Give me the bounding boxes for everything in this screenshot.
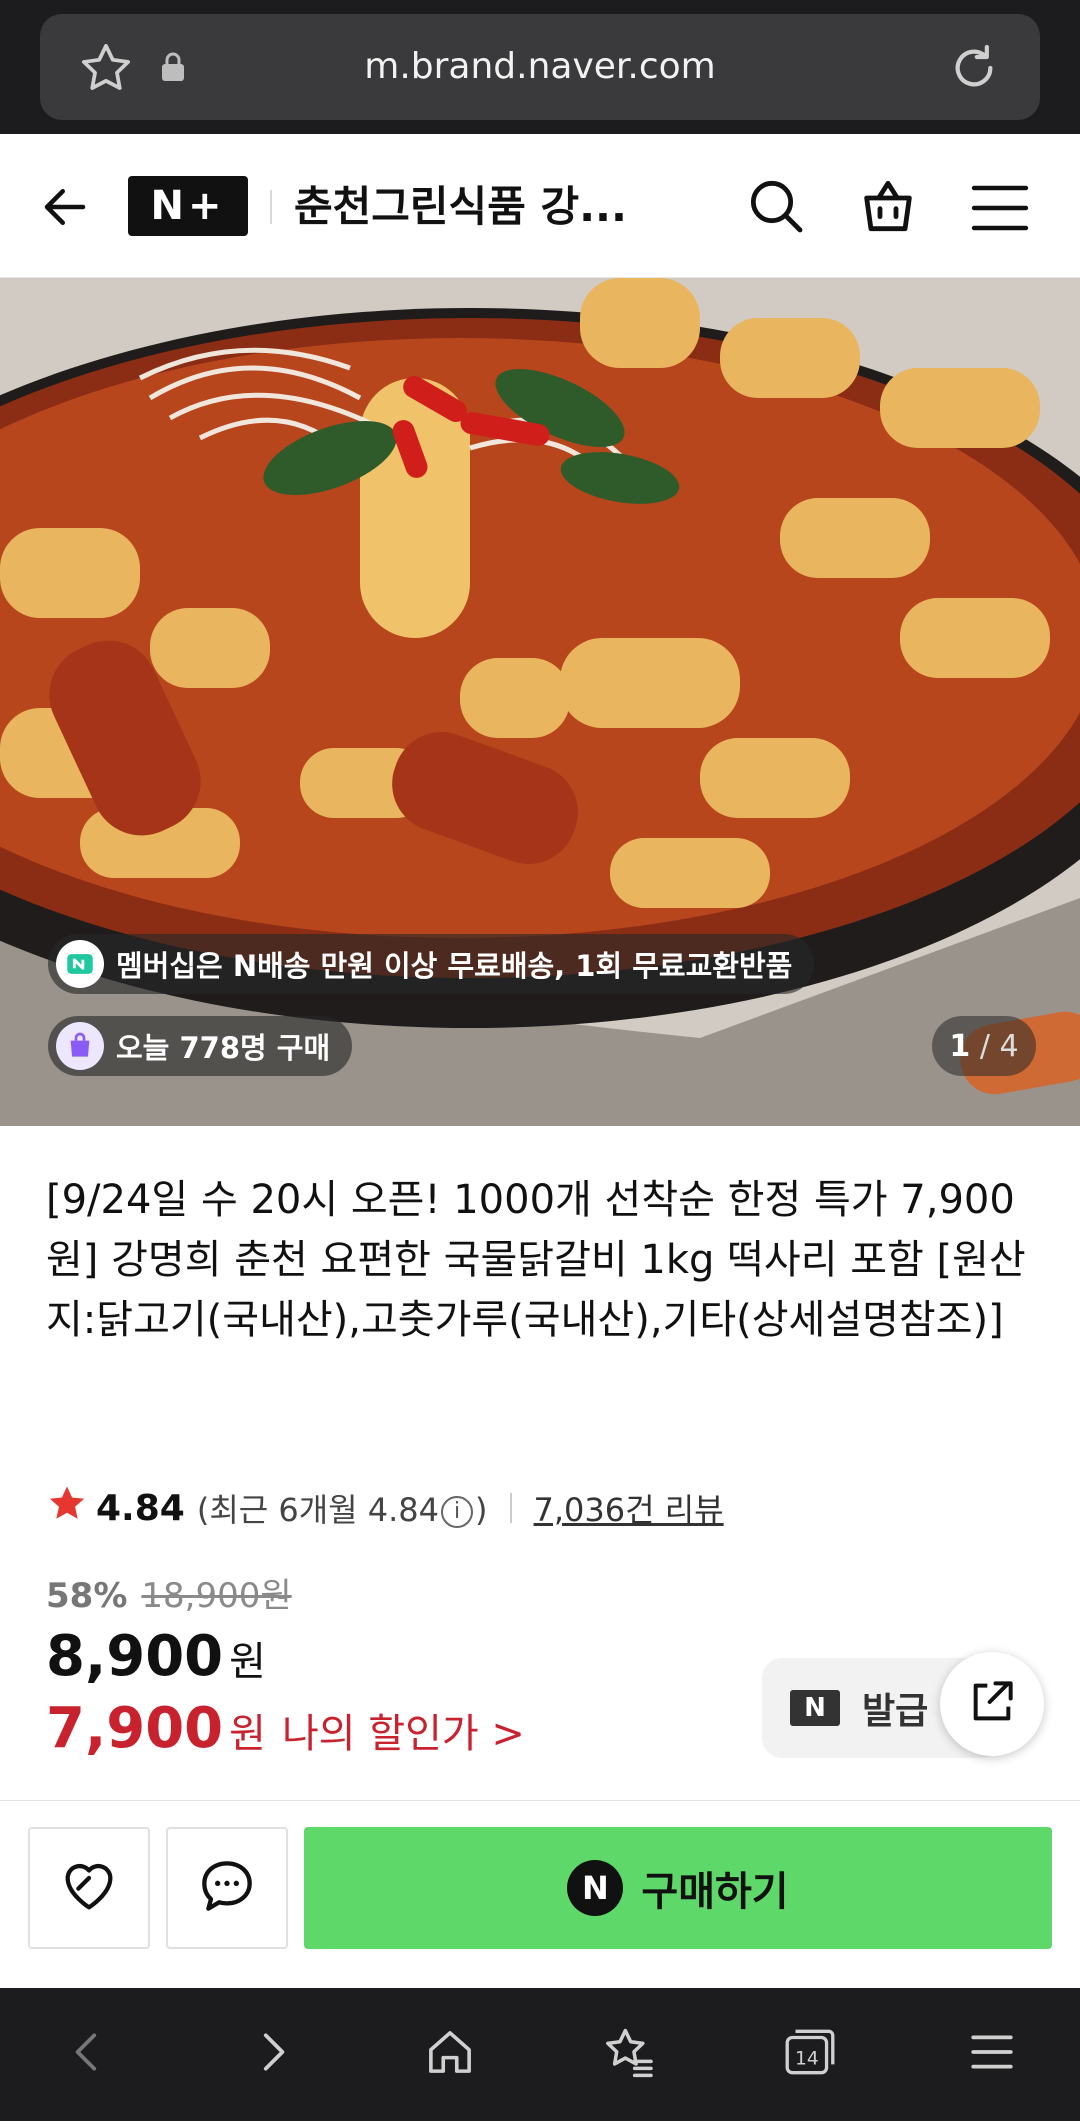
review-count-link[interactable]: 7,036건 리뷰 [534,1485,724,1531]
talktalk-button[interactable] [166,1827,288,1949]
address-bar[interactable]: m.brand.naver.com [40,14,1040,120]
nav-menu-button[interactable] [952,2014,1032,2094]
menu-icon [967,2027,1017,2081]
store-name[interactable]: 춘천그린식품 강... [294,172,674,242]
star-icon [46,1483,88,1533]
store-header: N+ 춘천그린식품 강... [0,134,1080,278]
sale-price: 8,900 원 [46,1624,266,1689]
share-icon [964,1674,1020,1734]
membership-shipping-badge: 멤버십은 N배송 만원 이상 무료배송, 1회 무료교환반품 [48,934,815,994]
header-divider [270,190,272,224]
sale-price-unit: 원 [229,1639,266,1685]
product-image-carousel[interactable]: 멤버십은 N배송 만원 이상 무료배송, 1회 무료교환반품 오늘 778명 구… [0,278,1080,1126]
chat-bubble-icon [195,1854,259,1922]
purchase-bag-icon [56,1022,104,1070]
recent-rating-prefix: (최근 6개월 4.84 [196,1491,440,1529]
heart-icon [57,1854,121,1922]
nav-bookmarks-button[interactable] [590,2014,670,2094]
bookmark-list-icon [602,2024,658,2084]
browser-bottom-nav: 14 [0,1988,1080,2121]
back-arrow-icon[interactable] [38,180,92,238]
nplus-logo[interactable]: N+ [128,176,248,236]
shopping-bag-icon[interactable] [856,174,920,242]
image-page-counter: 1 / 4 [932,1016,1036,1076]
naverpay-n-icon: N [567,1860,624,1916]
purchase-action-bar: N 구매하기 [0,1800,1080,1988]
my-discount-price[interactable]: 7,900 원 나의 할인가 > [46,1696,525,1761]
recent-rating-suffix: ) [475,1491,488,1529]
tabs-icon: 14 [781,2023,839,2085]
tab-count: 14 [795,2048,819,2069]
naver-n-icon: N [790,1690,840,1726]
coupon-label: 발급 [862,1691,929,1732]
nav-forward-button[interactable] [232,2014,312,2094]
chevron-right-icon [247,2027,297,2081]
nav-home-button[interactable] [410,2014,490,2094]
wishlist-button[interactable] [28,1827,150,1949]
dakgalbi-image [0,278,1080,1126]
my-price-value: 7,900 [46,1696,224,1761]
info-icon[interactable]: i [441,1496,474,1528]
url-text: m.brand.naver.com [364,46,716,87]
discount-row: 58% 18,900원 [46,1568,292,1617]
sale-price-value: 8,900 [46,1624,224,1689]
home-icon [423,2025,477,2083]
my-price-label: 나의 할인가 > [281,1711,525,1757]
discount-percent: 58% [46,1576,128,1616]
nav-back-button[interactable] [48,2014,128,2094]
delivery-n-icon [56,940,104,988]
today-purchase-badge: 오늘 778명 구매 [48,1016,353,1076]
recent-rating: (최근 6개월 4.84 i) [197,1485,488,1531]
membership-shipping-text: 멤버십은 N배송 만원 이상 무료배송, 1회 무료교환반품 [116,949,793,983]
my-price-unit: 원 [229,1711,266,1757]
reload-icon[interactable] [946,40,1002,100]
nav-tabs-button[interactable]: 14 [770,2014,850,2094]
chevron-left-icon [63,2027,113,2081]
image-counter-current: 1 [949,1028,971,1064]
rating-score: 4.84 [96,1487,185,1529]
search-icon[interactable] [744,174,808,242]
product-title: [9/24일 수 20시 오픈! 1000개 선착순 한정 특가 7,900원]… [46,1177,1026,1343]
browser-toolbar: m.brand.naver.com [0,0,1080,134]
today-purchase-text: 오늘 778명 구매 [116,1031,331,1065]
share-button[interactable] [940,1652,1044,1756]
image-counter-total: / 4 [979,1028,1019,1064]
rating-row: 4.84 (최근 6개월 4.84 i) 7,036건 리뷰 [46,1480,724,1536]
buy-button-label: 구매하기 [641,1869,789,1915]
original-price: 18,900원 [141,1576,292,1616]
hamburger-menu-icon[interactable] [970,180,1030,240]
buy-button[interactable]: N 구매하기 [304,1827,1052,1949]
rating-divider [509,1493,512,1523]
